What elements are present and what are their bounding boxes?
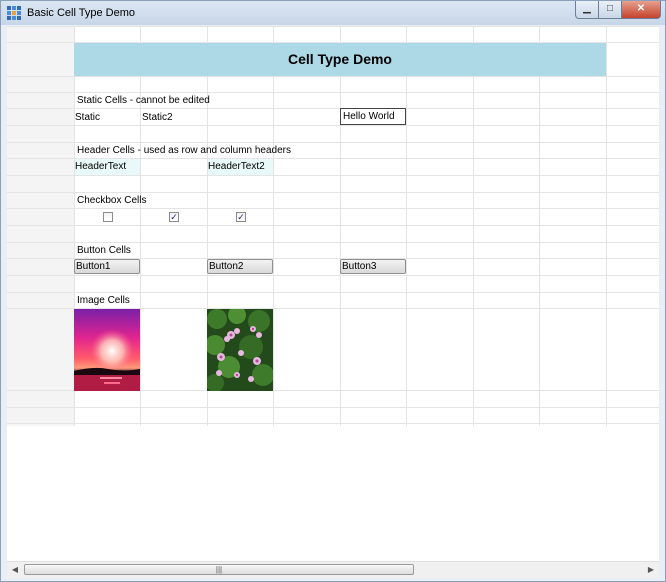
close-button[interactable]: ✕ bbox=[621, 1, 661, 19]
header-cell[interactable]: HeaderText2 bbox=[208, 159, 273, 175]
app-window: Basic Cell Type Demo ▁ □ ✕ Cell Type Dem… bbox=[0, 0, 666, 582]
checkbox[interactable]: ✓ bbox=[236, 212, 246, 222]
static-section-heading: Static Cells - cannot be edited bbox=[77, 95, 210, 106]
image-section-heading: Image Cells bbox=[77, 295, 130, 306]
app-grid-icon bbox=[7, 6, 21, 20]
button1-cell[interactable]: Button1 bbox=[74, 259, 140, 274]
button3-cell[interactable]: Button3 bbox=[340, 259, 406, 274]
window-title: Basic Cell Type Demo bbox=[27, 7, 136, 19]
flowers-image bbox=[207, 309, 273, 391]
title-bar[interactable]: Basic Cell Type Demo ▁ □ ✕ bbox=[1, 1, 665, 25]
checkbox[interactable] bbox=[103, 212, 113, 222]
sunset-image bbox=[74, 309, 140, 391]
header-cell[interactable]: HeaderText bbox=[75, 159, 140, 175]
scroll-thumb[interactable]: ||| bbox=[24, 564, 414, 575]
hello-world-edit-cell[interactable]: Hello World bbox=[340, 108, 406, 125]
scroll-left-icon[interactable]: ◀ bbox=[7, 562, 23, 578]
minimize-button[interactable]: ▁ bbox=[575, 1, 599, 19]
title-banner: Cell Type Demo bbox=[74, 43, 606, 76]
static-cell[interactable]: Static bbox=[75, 112, 100, 123]
header-section-heading: Header Cells - used as row and column he… bbox=[77, 145, 291, 156]
button-section-heading: Button Cells bbox=[77, 245, 131, 256]
checkbox-section-heading: Checkbox Cells bbox=[77, 195, 147, 206]
static-cell[interactable]: Static2 bbox=[142, 112, 173, 123]
spreadsheet-grid[interactable]: Cell Type Demo Static Cells - cannot be … bbox=[7, 26, 659, 573]
checkbox[interactable]: ✓ bbox=[169, 212, 179, 222]
maximize-button[interactable]: □ bbox=[598, 1, 622, 19]
horizontal-scrollbar[interactable]: ◀ ||| ▶ bbox=[7, 561, 659, 578]
scroll-right-icon[interactable]: ▶ bbox=[643, 562, 659, 578]
button2-cell[interactable]: Button2 bbox=[207, 259, 273, 274]
sheet-title: Cell Type Demo bbox=[288, 51, 392, 67]
